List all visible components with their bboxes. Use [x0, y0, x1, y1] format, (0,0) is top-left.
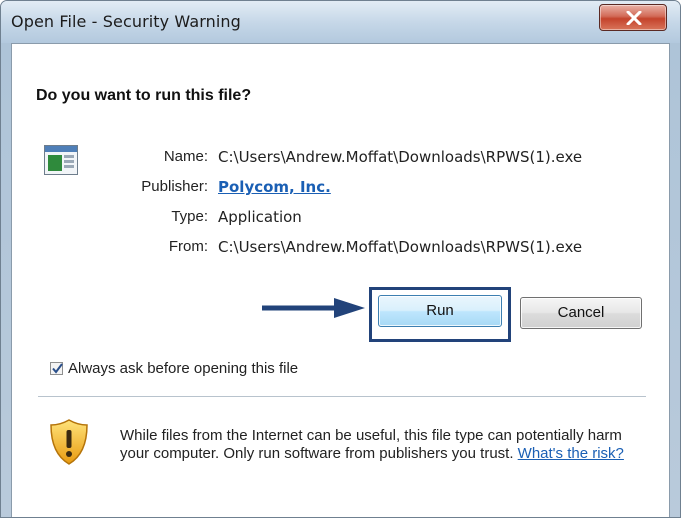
- divider: [38, 396, 646, 398]
- from-label: From:: [168, 238, 208, 255]
- always-ask-checkbox[interactable]: [50, 362, 63, 375]
- security-warning-dialog: Open File - Security Warning Do you want…: [0, 0, 681, 518]
- dialog-question: Do you want to run this file?: [36, 87, 252, 104]
- run-button[interactable]: Run: [378, 295, 502, 327]
- cancel-button[interactable]: Cancel: [520, 297, 642, 329]
- whats-the-risk-link[interactable]: What's the risk?: [518, 445, 624, 462]
- window-title: Open File - Security Warning: [11, 12, 241, 31]
- close-button[interactable]: [599, 4, 667, 31]
- publisher-label: Publisher:: [141, 178, 208, 195]
- checkmark-icon: [52, 363, 63, 374]
- name-value: C:\Users\Andrew.Moffat\Downloads\RPWS(1)…: [218, 148, 583, 166]
- type-value: Application: [218, 208, 302, 226]
- arrow-right-icon: [262, 298, 365, 318]
- dialog-body: Do you want to run this file? Name: C:\U…: [11, 43, 670, 517]
- type-label: Type:: [171, 208, 208, 225]
- name-label: Name:: [163, 148, 208, 165]
- always-ask-label[interactable]: Always ask before opening this file: [68, 360, 298, 377]
- title-bar[interactable]: Open File - Security Warning: [1, 1, 680, 43]
- close-x-icon: [626, 11, 642, 25]
- warning-message: While files from the Internet can be use…: [120, 427, 640, 463]
- warning-shield-icon: [50, 419, 88, 465]
- publisher-link[interactable]: Polycom, Inc.: [218, 178, 331, 196]
- from-value: C:\Users\Andrew.Moffat\Downloads\RPWS(1)…: [218, 238, 583, 256]
